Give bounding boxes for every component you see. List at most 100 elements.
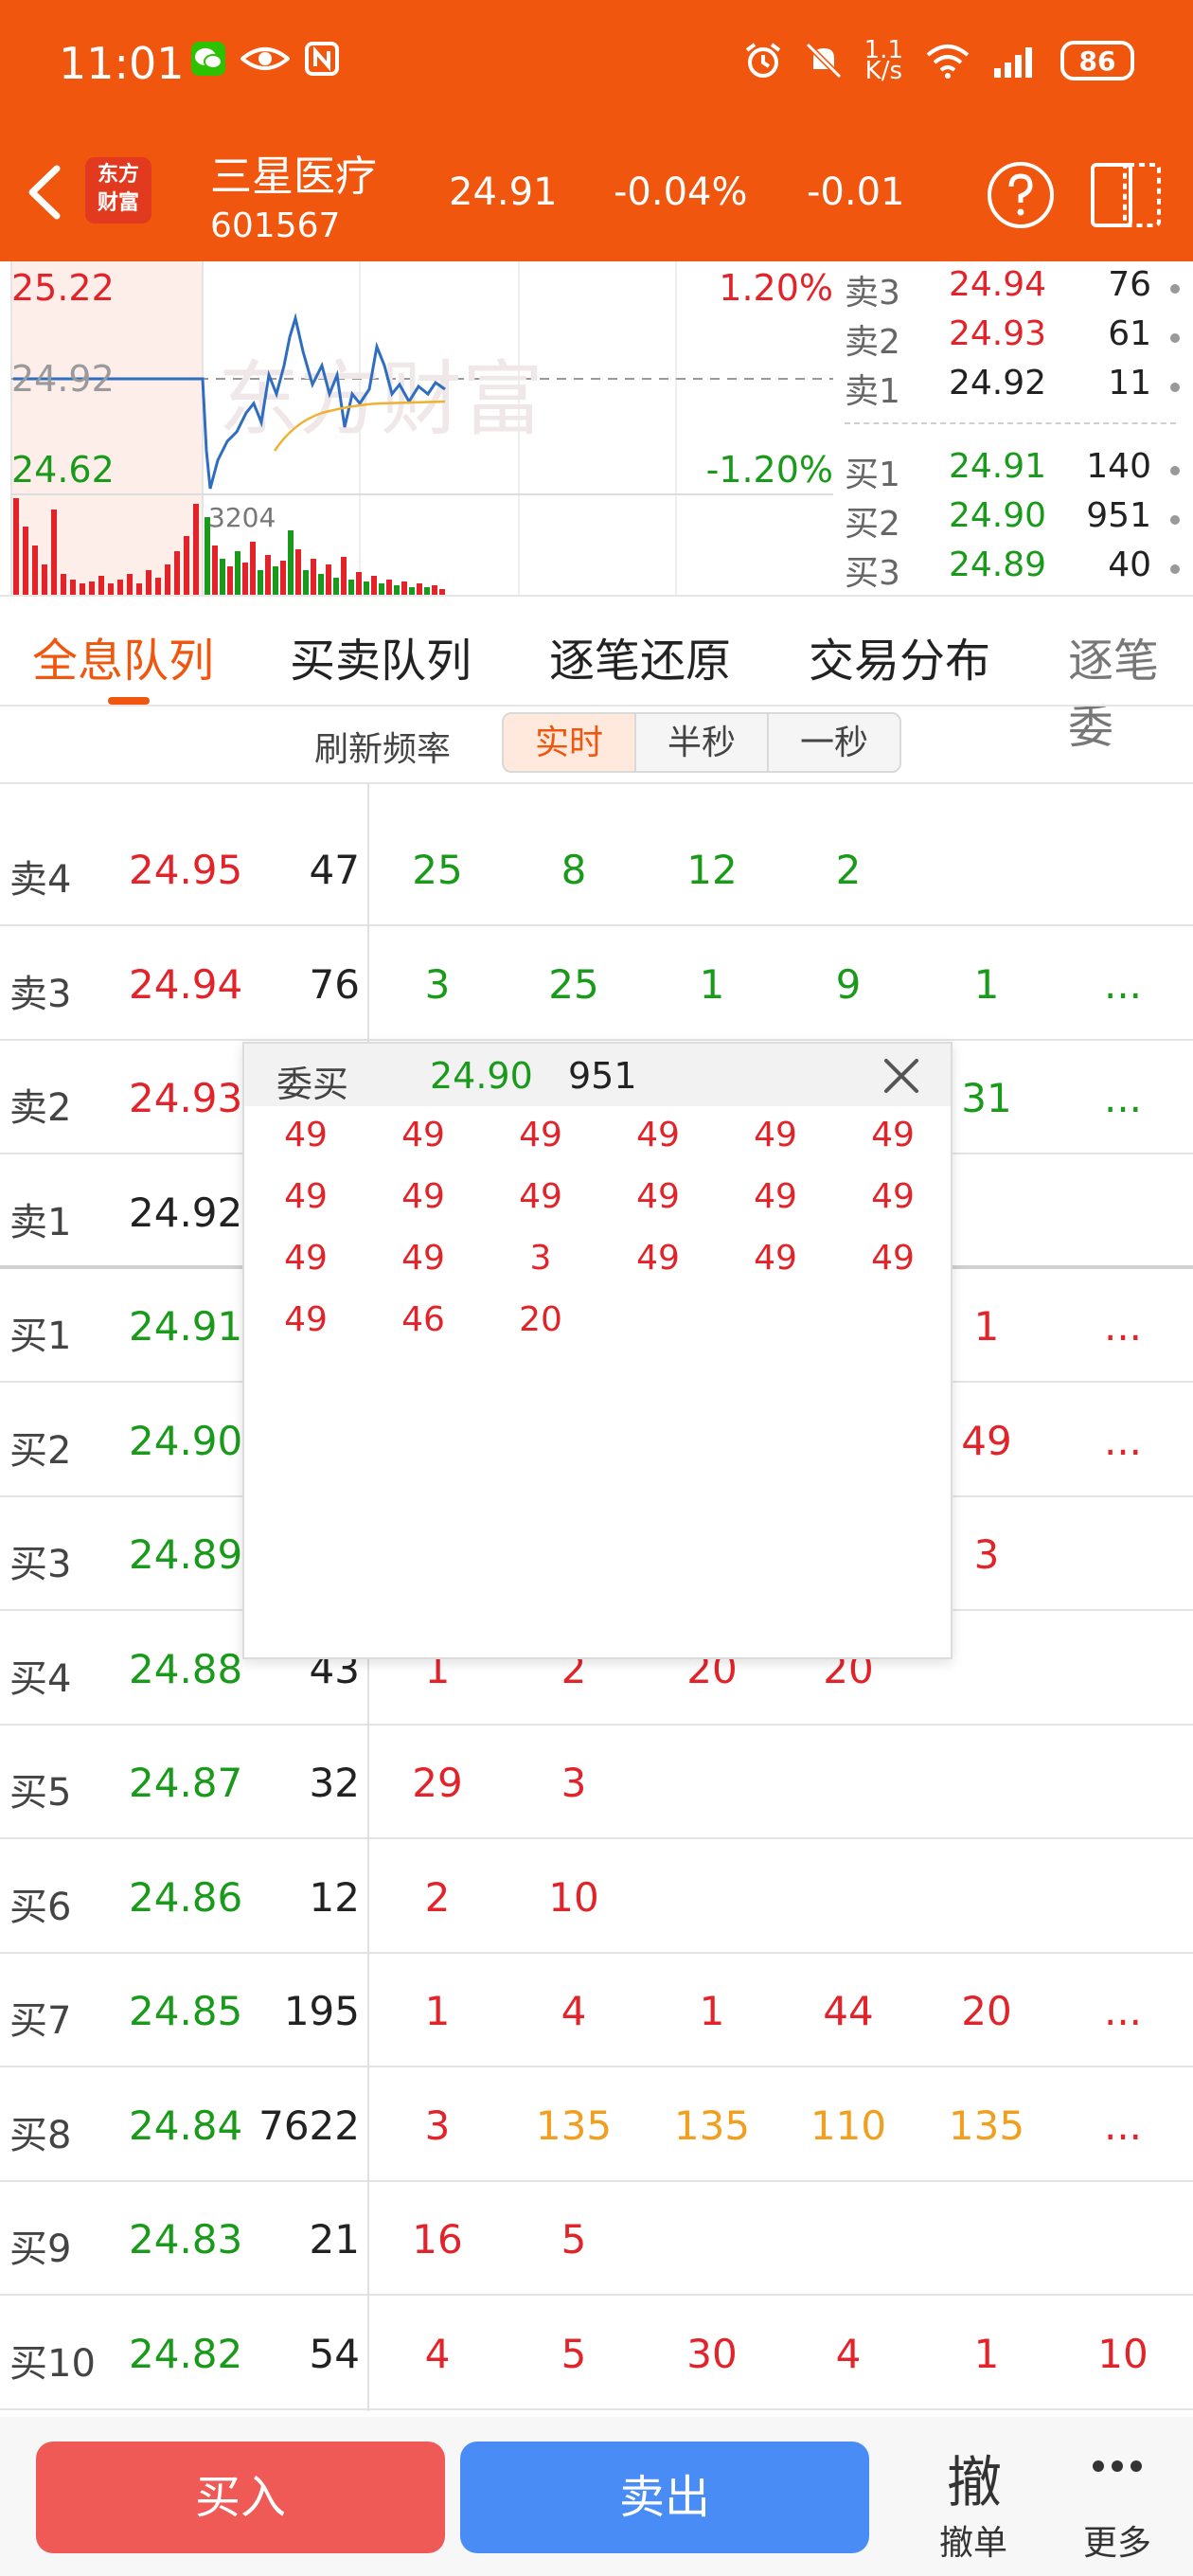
buy-button[interactable]: 买入 [36, 2442, 445, 2553]
level-label: 买7 [9, 1999, 72, 2043]
level-label: 卖3 [9, 972, 72, 1016]
queue-order-qty[interactable]: 1 [655, 1988, 769, 2034]
close-icon[interactable] [881, 1055, 922, 1097]
level-label: 买1 [9, 1315, 72, 1358]
tab-tick-restore[interactable]: 逐笔还原 [549, 623, 731, 689]
queue-order-qty[interactable]: 2 [381, 1874, 494, 1921]
back-icon[interactable] [23, 163, 66, 222]
layout-switch-icon[interactable] [1089, 159, 1165, 231]
refresh-divider [0, 782, 1193, 784]
table-row[interactable]: 卖4 24.95 47 25 8 12 2 [0, 813, 1193, 926]
level-label: 买3 [9, 1543, 72, 1586]
more-icon[interactable] [1089, 2457, 1146, 2476]
queue-order-qty[interactable]: ... [1066, 1418, 1180, 1464]
level-volume: 7622 [258, 2102, 360, 2149]
popup-order-qty: 3 [529, 1239, 552, 1278]
level-label: 卖2 [9, 1086, 72, 1130]
level-label: 买8 [9, 2113, 72, 2157]
sell-button[interactable]: 卖出 [460, 2442, 869, 2553]
refresh-one-second-button[interactable]: 一秒 [767, 712, 901, 773]
queue-order-qty[interactable]: 4 [792, 2331, 905, 2377]
order-book-divider [845, 422, 1176, 424]
dot-icon [1170, 284, 1180, 294]
popup-order-qty: 49 [871, 1239, 915, 1278]
queue-order-qty[interactable]: 5 [517, 2216, 631, 2263]
queue-order-qty[interactable]: 110 [792, 2102, 905, 2149]
cancel-order-icon[interactable]: 撤 [947, 2438, 1002, 2517]
table-row[interactable]: 买5 24.87 32 29 3 [0, 1726, 1193, 1839]
level-price: 24.88 [129, 1645, 243, 1692]
level-volume: 32 [309, 1760, 360, 1806]
table-row[interactable]: 买10 24.82 54 4 5 30 4 1 10 [0, 2297, 1193, 2410]
queue-order-qty[interactable]: 135 [655, 2102, 769, 2149]
queue-order-qty[interactable]: 1 [655, 961, 769, 1008]
queue-order-qty[interactable]: 2 [792, 847, 905, 893]
level-price: 24.84 [129, 2102, 243, 2149]
premarket-shade [11, 261, 203, 595]
queue-order-qty[interactable]: 9 [792, 961, 905, 1008]
table-row[interactable]: 买7 24.85 195 1 4 1 44 20... [0, 1954, 1193, 2067]
chart-high-price: 25.22 [11, 267, 115, 309]
queue-order-qty[interactable]: 4 [517, 1988, 631, 2034]
level-volume: 12 [309, 1873, 360, 1921]
queue-order-qty[interactable]: 44 [792, 1988, 905, 2034]
header-change-pct: -0.04% [614, 170, 748, 214]
queue-order-qty[interactable]: 8 [517, 847, 631, 893]
ask-row: 卖2 24.93 61 [845, 314, 1193, 364]
queue-order-qty[interactable]: 4 [381, 2331, 494, 2377]
queue-order-qty[interactable]: 3 [381, 961, 494, 1008]
more-label[interactable]: 更多 [1083, 2515, 1151, 2565]
table-row[interactable]: 卖3 24.94 76 3 25 1 9 1... [0, 927, 1193, 1041]
queue-order-qty[interactable]: 29 [381, 1760, 494, 1806]
queue-order-qty[interactable]: 16 [381, 2216, 494, 2263]
table-row[interactable]: 买8 24.84 7622 3 135 135 110 135... [0, 2068, 1193, 2182]
popup-volume: 951 [568, 1055, 637, 1097]
active-tab-indicator [108, 697, 150, 705]
table-row[interactable]: 买9 24.83 21 16 5 [0, 2182, 1193, 2296]
level-label: 买9 [9, 2227, 72, 2271]
queue-order-qty[interactable]: ... [1066, 1988, 1180, 2034]
stock-code: 601567 [210, 206, 341, 245]
order-book[interactable]: 卖3 24.94 76 卖2 24.93 61 卖1 24.92 11 买1 2… [845, 261, 1193, 595]
queue-order-qty[interactable]: 1 [381, 1988, 494, 2034]
queue-order-qty[interactable]: 135 [517, 2102, 631, 2149]
queue-order-qty[interactable]: 1 [930, 2331, 1043, 2377]
queue-order-qty[interactable]: 10 [517, 1874, 631, 1921]
chart-low-price: 24.62 [11, 449, 115, 491]
ask-row: 卖1 24.92 11 [845, 364, 1193, 413]
signal-icon [994, 47, 1032, 78]
dot-icon [1170, 333, 1180, 343]
tab-tick-orders[interactable]: 逐笔委 [1068, 623, 1193, 756]
tab-full-queue[interactable]: 全息队列 [32, 623, 214, 689]
queue-order-qty[interactable]: 1 [930, 961, 1043, 1008]
queue-order-qty[interactable]: 135 [930, 2102, 1043, 2149]
queue-order-qty[interactable]: ... [1066, 961, 1180, 1008]
queue-order-qty[interactable]: ... [1066, 2102, 1180, 2149]
help-icon[interactable] [985, 159, 1057, 231]
intraday-chart[interactable]: 东方财富 25.22 24.92 24.62 1.20% -1.20% 3204 [0, 261, 833, 595]
eye-icon [240, 47, 290, 70]
queue-order-qty[interactable]: 25 [517, 961, 631, 1008]
tab-buy-sell-queue[interactable]: 买卖队列 [290, 623, 472, 689]
cancel-order-label[interactable]: 撤单 [939, 2515, 1007, 2565]
queue-order-qty[interactable]: 10 [1066, 2331, 1180, 2377]
popup-order-qty: 49 [284, 1116, 328, 1154]
refresh-half-second-button[interactable]: 半秒 [634, 712, 769, 773]
popup-order-qty: 20 [519, 1300, 562, 1339]
queue-order-qty[interactable]: 30 [655, 2331, 769, 2377]
queue-order-qty[interactable]: 25 [381, 847, 494, 893]
stock-name[interactable]: 三星医疗 [210, 142, 377, 203]
table-row[interactable]: 买6 24.86 12 2 10 [0, 1840, 1193, 1954]
queue-order-qty[interactable]: 3 [517, 1760, 631, 1806]
popup-order-qty: 49 [401, 1177, 445, 1216]
queue-order-qty[interactable]: 20 [930, 1988, 1043, 2034]
refresh-realtime-button[interactable]: 实时 [502, 712, 636, 773]
queue-order-qty[interactable]: 12 [655, 847, 769, 893]
queue-order-qty[interactable]: 5 [517, 2331, 631, 2377]
queue-order-qty[interactable]: ... [1066, 1075, 1180, 1121]
queue-order-qty[interactable]: ... [1066, 1303, 1180, 1350]
tab-trade-distribution[interactable]: 交易分布 [809, 623, 990, 689]
bid-queue-popup[interactable]: 委买 24.90 951 49 49 49 49 49 49 49 49 49 49 49 49 49 4… [242, 1042, 953, 1659]
queue-order-qty[interactable]: 3 [381, 2102, 494, 2149]
chart-volume-label: 3204 [208, 502, 276, 533]
